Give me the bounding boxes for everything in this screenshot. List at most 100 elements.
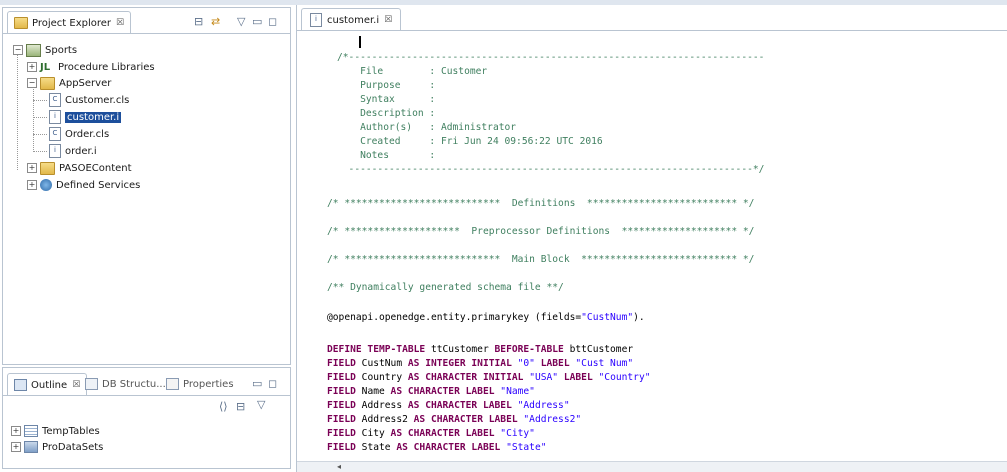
database-icon	[85, 378, 98, 390]
tree-item-label: Procedure Libraries	[58, 61, 155, 73]
expand-toggle-icon[interactable]: +	[27, 163, 37, 173]
include-file-icon: i	[49, 110, 61, 124]
collapse-toggle-icon[interactable]: −	[13, 45, 23, 55]
code-token: FIELD	[327, 428, 356, 439]
maximize-icon[interactable]: ◻	[268, 377, 277, 390]
code-line: FIELD State AS CHARACTER LABEL "State"	[327, 441, 547, 455]
code-token: AS CHARACTER LABEL	[396, 442, 501, 453]
tree-item-label: PASOEContent	[59, 162, 132, 174]
code-token: Country	[355, 372, 408, 383]
horizontal-scrollbar[interactable]: ◂	[297, 461, 1007, 472]
tree-item-defined-services[interactable]: + Defined Services	[27, 177, 140, 193]
editor-tab-customer-i[interactable]: i customer.i ☒	[301, 8, 402, 31]
tree-item-label: Order.cls	[65, 128, 110, 140]
code-token: /* *************************** Definitio…	[327, 198, 755, 209]
folder-icon	[40, 161, 55, 175]
tree-guide	[17, 52, 18, 170]
code-token: @openapi.openedge.entity.primarykey (fie…	[327, 312, 582, 323]
code-line: DEFINE TEMP-TABLE ttCustomer BEFORE-TABL…	[327, 343, 633, 357]
tab-properties[interactable]: Properties	[166, 376, 234, 392]
expand-toggle-icon[interactable]: +	[27, 180, 37, 190]
code-line: Purpose :	[337, 79, 435, 93]
project-explorer-tab[interactable]: Project Explorer ☒	[7, 11, 132, 34]
code-token: ).	[633, 312, 645, 323]
code-token: Address2	[355, 414, 414, 425]
tree-item-customer-i[interactable]: i customer.i	[49, 109, 122, 125]
close-icon[interactable]: ☒	[72, 380, 80, 390]
code-token: Syntax :	[337, 94, 436, 105]
expand-toggle-icon[interactable]: +	[27, 62, 37, 72]
tree-item-prodatasets[interactable]: + ProDataSets	[11, 439, 103, 455]
tab-db-structure[interactable]: DB Structu...	[85, 376, 166, 392]
code-line: FIELD Country AS CHARACTER INITIAL "USA"…	[327, 371, 651, 385]
code-token: City	[355, 428, 391, 439]
code-editor[interactable]: i customer.i ☒ /*-----------------------…	[296, 5, 1007, 472]
tree-item-order-i[interactable]: i order.i	[49, 143, 97, 159]
code-line: /* *************************** Main Bloc…	[327, 253, 754, 267]
tree-guide	[33, 84, 34, 152]
code-token: "0"	[517, 358, 535, 369]
close-icon[interactable]: ☒	[384, 15, 392, 25]
code-token: BEFORE-TABLE	[494, 344, 564, 355]
code-token: AS CHARACTER INITIAL	[407, 372, 524, 383]
code-token: Purpose :	[337, 80, 436, 91]
expand-toggle-icon[interactable]: +	[11, 426, 21, 436]
collapse-all-icon[interactable]: ⊟	[236, 400, 245, 413]
scroll-left-icon[interactable]: ◂	[337, 462, 341, 471]
tree-item-procedure-libraries[interactable]: + JL Procedure Libraries	[27, 59, 155, 75]
code-token: CustNum	[355, 358, 408, 369]
tab-outline[interactable]: Outline ☒	[7, 373, 88, 396]
code-token: FIELD	[327, 442, 356, 453]
expand-toggle-icon[interactable]: +	[11, 442, 21, 452]
code-token: "CustNum"	[581, 312, 634, 323]
code-token: "Address"	[517, 400, 570, 411]
sort-icon[interactable]: ⟨⟩	[219, 400, 228, 413]
code-line: FIELD CustNum AS INTEGER INITIAL "0" LAB…	[327, 357, 633, 371]
code-token: Name	[355, 386, 391, 397]
code-token: /*--------------------------------------…	[337, 52, 765, 63]
outline-icon	[14, 379, 27, 391]
tree-item-label: Customer.cls	[65, 94, 130, 106]
tree-item-customer-cls[interactable]: C Customer.cls	[49, 92, 129, 108]
code-line: Author(s) : Administrator	[337, 121, 516, 135]
class-file-icon: C	[49, 93, 61, 107]
tree-item-sports[interactable]: − Sports	[13, 42, 77, 58]
maximize-icon[interactable]: ◻	[268, 15, 277, 28]
code-token: Address	[355, 400, 408, 411]
tree-item-label: ProDataSets	[42, 441, 104, 453]
tree-item-label: order.i	[65, 145, 97, 157]
code-token: LABEL	[563, 372, 593, 383]
code-token: LABEL	[540, 358, 570, 369]
code-token: FIELD	[327, 358, 356, 369]
outline-view: Outline ☒ DB Structu... Properties ▭ ◻ ⟨…	[2, 367, 291, 469]
library-icon: JL	[40, 61, 51, 73]
minimize-icon[interactable]: ▭	[252, 15, 262, 28]
collapse-toggle-icon[interactable]: −	[27, 78, 37, 88]
code-token: /** Dynamically generated schema file **…	[327, 282, 564, 293]
text-cursor	[359, 36, 361, 48]
code-token: /* ******************** Preprocessor Def…	[327, 226, 755, 237]
code-token: "Name"	[500, 386, 535, 397]
project-explorer-view: Project Explorer ☒ ⊟ ⇄ ▽ ▭ ◻ − Sports + …	[2, 7, 291, 365]
minimize-icon[interactable]: ▭	[252, 377, 262, 390]
tree-guide	[33, 134, 47, 135]
code-token: Author(s) : Administrator	[337, 122, 517, 133]
services-icon	[40, 179, 52, 191]
link-with-editor-icon[interactable]: ⇄	[211, 15, 220, 28]
code-token: "USA"	[529, 372, 559, 383]
tree-item-appserver[interactable]: − AppServer	[27, 75, 111, 91]
tree-item-label: TempTables	[42, 425, 100, 437]
close-icon[interactable]: ☒	[116, 18, 124, 28]
tree-item-temptables[interactable]: + TempTables	[11, 423, 100, 439]
tab-properties-label: Properties	[183, 378, 234, 390]
code-token: AS CHARACTER LABEL	[407, 400, 512, 411]
tree-item-pasoecontent[interactable]: + PASOEContent	[27, 160, 132, 176]
tree-item-order-cls[interactable]: C Order.cls	[49, 126, 109, 142]
collapse-all-icon[interactable]: ⊟	[194, 15, 203, 28]
project-icon	[26, 43, 41, 57]
code-line: Syntax :	[337, 93, 435, 107]
code-line: /* *************************** Definitio…	[327, 197, 754, 211]
view-menu-icon[interactable]: ▽	[237, 15, 245, 28]
dataset-icon	[24, 441, 38, 453]
view-menu-icon[interactable]: ▽	[257, 398, 265, 411]
